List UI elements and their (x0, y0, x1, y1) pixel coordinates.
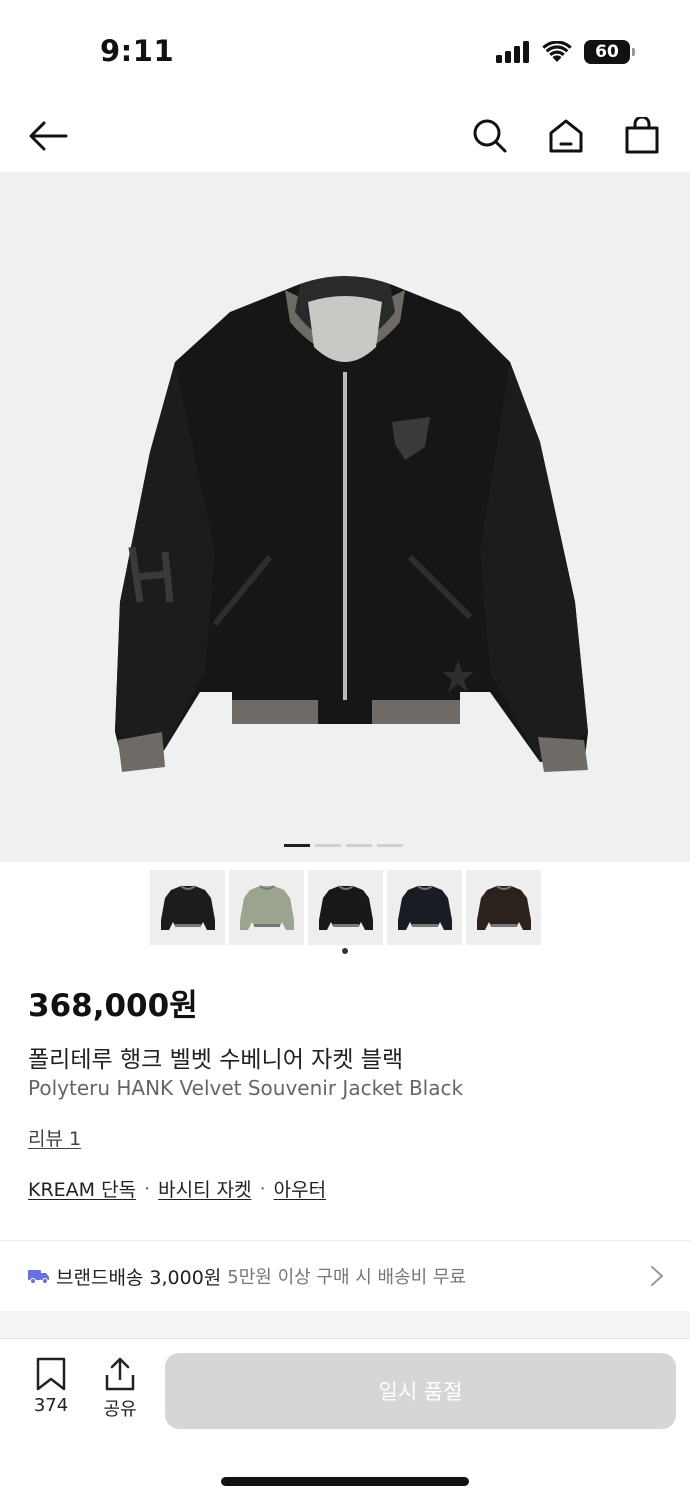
thumbnail-jacket-image (239, 884, 294, 930)
thumbnail-jacket-image (476, 884, 531, 930)
product-price: 368,000원 (28, 988, 198, 1024)
search-button[interactable] (466, 112, 514, 160)
search-icon (473, 119, 507, 153)
tag-varsity-jacket[interactable]: 바시티 자켓 (158, 1175, 251, 1202)
home-indicator[interactable] (221, 1477, 469, 1486)
thumbnail[interactable] (308, 870, 383, 945)
thumbnail-jacket-image (160, 884, 215, 930)
share-label: 공유 (103, 1399, 137, 1420)
product-name-english: Polyteru HANK Velvet Souvenir Jacket Bla… (28, 1076, 464, 1100)
tag-separator: · (259, 1177, 266, 1200)
truck-icon (28, 1270, 49, 1284)
soldout-button[interactable]: 일시 품절 (165, 1353, 676, 1429)
pager-dot (377, 844, 403, 847)
battery-icon: 60 (584, 40, 635, 64)
bookmark-button[interactable]: 374 (21, 1357, 81, 1416)
shipping-price: 3,000원 (149, 1266, 222, 1289)
pager-dot (284, 844, 310, 847)
jacket-image (115, 276, 588, 772)
battery-level: 60 (595, 42, 619, 62)
cart-button[interactable] (618, 112, 666, 160)
thumbnail-jacket-image (318, 884, 373, 930)
thumbnail-jacket-image (397, 884, 452, 930)
bottom-action-bar: 374 공유 일시 품절 (0, 1338, 690, 1500)
shipping-label: 브랜드배송 (56, 1266, 144, 1289)
share-button[interactable]: 공유 (90, 1357, 150, 1421)
app-header (0, 100, 690, 172)
shipping-note: 5만원 이상 구매 시 배송비 무료 (227, 1267, 467, 1288)
shipping-row[interactable]: 브랜드배송 3,000원 5만원 이상 구매 시 배송비 무료 (0, 1241, 690, 1311)
thumbnail[interactable] (229, 870, 304, 945)
shopping-bag-icon (625, 117, 659, 154)
pager-dot (346, 844, 372, 847)
back-arrow-icon (29, 121, 68, 151)
share-icon (105, 1357, 135, 1391)
tag-outer[interactable]: 아우터 (274, 1175, 326, 1202)
bookmark-icon (36, 1357, 66, 1391)
review-link[interactable]: 리뷰 1 (28, 1124, 81, 1151)
thumbnail-selected-indicator (342, 948, 348, 954)
status-time: 9:11 (100, 34, 175, 68)
thumbnail[interactable] (150, 870, 225, 945)
home-button[interactable] (542, 112, 590, 160)
thumbnail-strip (150, 870, 541, 945)
wifi-icon (542, 41, 572, 62)
image-pager (284, 844, 403, 847)
product-image[interactable] (0, 172, 690, 862)
category-tags: KREAM 단독 · 바시티 자켓 · 아우터 (28, 1175, 326, 1202)
thumbnail[interactable] (466, 870, 541, 945)
bookmark-count: 374 (33, 1395, 69, 1416)
pager-dot (315, 844, 341, 847)
home-icon (549, 119, 583, 153)
section-gap (0, 1311, 690, 1341)
signal-icon (496, 41, 529, 63)
product-name-korean: 폴리테루 행크 벨벳 수베니어 자켓 블랙 (28, 1047, 404, 1073)
status-bar: 9:11 60 (0, 0, 690, 100)
status-icons: 60 (496, 40, 635, 64)
tag-separator: · (144, 1177, 151, 1200)
tag-kream-exclusive[interactable]: KREAM 단독 (28, 1175, 136, 1202)
back-button[interactable] (24, 112, 72, 160)
chevron-right-icon (651, 1266, 663, 1286)
thumbnail[interactable] (387, 870, 462, 945)
